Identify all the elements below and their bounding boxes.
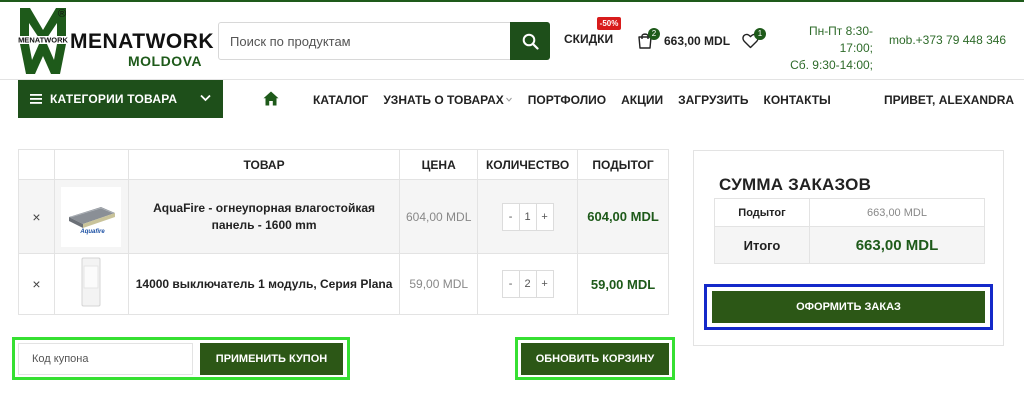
remove-column-header (18, 149, 55, 180)
site-logo[interactable]: MENATWORK ® MENATWORK MOLDOVA (18, 6, 214, 76)
nav-item-contacts[interactable]: КОНТАКТЫ (764, 93, 831, 109)
price-column-header: ЦЕНА (399, 149, 479, 180)
product-subtotal: 59,00 MDL (590, 276, 656, 292)
increase-quantity-button[interactable]: + (537, 271, 553, 297)
wishlist-count-badge: 1 (754, 28, 766, 40)
subtotal-row: Подытог 663,00 MDL (714, 198, 985, 227)
search-input[interactable] (219, 23, 509, 59)
panel-product-image (69, 206, 116, 228)
logo-country: MOLDOVA (128, 53, 203, 69)
categories-menu-button[interactable]: КАТЕГОРИИ ТОВАРА (18, 80, 223, 118)
product-brand-label: Aquafire (80, 228, 105, 235)
cart-totals-table: Подытог 663,00 MDL Итого 663,00 MDL (714, 198, 985, 264)
table-header-row: ТОВАР ЦЕНА КОЛИЧЕСТВО ПОДЫТОГ (18, 149, 669, 180)
subtotal-value: 663,00 MDL (809, 198, 985, 227)
product-thumbnail[interactable]: Aquafire (61, 186, 122, 247)
working-hours: Пн-Пт 8:30-17:00; Сб. 9:30-14:00; (776, 23, 873, 74)
product-price: 604,00 MDL (406, 209, 472, 224)
discounts-link[interactable]: СКИДКИ (564, 32, 613, 46)
quantity-stepper: - 2 + (501, 270, 554, 298)
total-label: Итого (714, 226, 810, 264)
apply-coupon-button[interactable]: ПРИМЕНИТЬ КУПОН (200, 343, 343, 375)
nav-item-download[interactable]: ЗАГРУЗИТЬ (678, 93, 748, 109)
nav-item-sales[interactable]: АКЦИИ (621, 93, 663, 109)
header-cart[interactable]: 2 663,00 MDL (637, 28, 733, 51)
search-button[interactable] (510, 22, 550, 60)
subtotal-label: Подытог (714, 198, 810, 227)
product-subtotal: 604,00 MDL (587, 209, 659, 224)
coupon-code-input[interactable] (18, 343, 193, 375)
hours-weekdays: Пн-Пт 8:30-17:00; (808, 24, 873, 55)
top-accent-line (0, 0, 1024, 2)
discount-badge: -50% (597, 17, 621, 30)
quantity-stepper: - 1 + (501, 202, 554, 231)
total-value: 663,00 MDL (809, 226, 985, 264)
update-cart-button[interactable]: ОБНОВИТЬ КОРЗИНУ (521, 343, 669, 375)
decrease-quantity-button[interactable]: - (503, 204, 519, 230)
product-price: 59,00 MDL (409, 277, 469, 291)
increase-quantity-button[interactable]: + (537, 204, 553, 230)
cart-totals-title: СУММА ЗАКАЗОВ (719, 175, 872, 194)
home-icon[interactable] (263, 91, 279, 106)
thumbnail-column-header (53, 149, 129, 180)
product-thumbnail[interactable] (61, 254, 121, 314)
menu-icon (30, 94, 42, 104)
main-navigation: КАТАЛОГ УЗНАТЬ О ТОВАРАХ ПОРТФОЛИО АКЦИИ… (313, 93, 831, 109)
user-greeting[interactable]: ПРИВЕТ, ALEXANDRA (884, 93, 1014, 107)
nav-item-portfolio[interactable]: ПОРТФОЛИО (528, 93, 606, 109)
remove-item-button[interactable]: × (32, 209, 40, 225)
hours-saturday: Сб. 9:30-14:00; (790, 58, 873, 72)
table-row: × Aquafire AquaFire - огнеупорная влагос… (18, 179, 669, 254)
total-row: Итого 663,00 MDL (714, 226, 985, 264)
product-name-link[interactable]: AquaFire - огнеупорная влагостойкая пане… (129, 200, 399, 234)
remove-item-button[interactable]: × (32, 276, 40, 292)
product-name-link[interactable]: 14000 выключатель 1 модуль, Серия Plana (129, 276, 399, 293)
search-bar (218, 22, 550, 60)
nav-item-learn-products-label: УЗНАТЬ О ТОВАРАХ (383, 93, 504, 107)
subtotal-column-header: ПОДЫТОГ (577, 149, 669, 180)
product-column-header: ТОВАР (127, 149, 401, 180)
svg-text:MENATWORK: MENATWORK (18, 36, 68, 45)
nav-item-catalog[interactable]: КАТАЛОГ (313, 93, 368, 109)
cart-count-badge: 2 (648, 28, 660, 40)
phone-number[interactable]: mob.+373 79 448 346 (889, 33, 1006, 47)
nav-item-learn-products[interactable]: УЗНАТЬ О ТОВАРАХ (383, 93, 512, 109)
registered-mark: ® (58, 8, 67, 20)
logo-name: MENATWORK (70, 30, 215, 53)
quantity-input[interactable]: 2 (518, 271, 537, 297)
categories-label: КАТЕГОРИИ ТОВАРА (50, 92, 178, 106)
checkout-button[interactable]: ОФОРМИТЬ ЗАКАЗ (712, 291, 985, 323)
cart-total: 663,00 MDL (664, 34, 731, 48)
chevron-down-icon (505, 97, 512, 102)
quantity-input[interactable]: 1 (518, 203, 537, 230)
decrease-quantity-button[interactable]: - (503, 271, 519, 297)
search-icon (522, 33, 539, 50)
wishlist-link[interactable]: 1 (742, 28, 766, 51)
quantity-column-header: КОЛИЧЕСТВО (477, 149, 579, 180)
switch-product-image (81, 257, 101, 307)
cart-table: ТОВАР ЦЕНА КОЛИЧЕСТВО ПОДЫТОГ × Aquafire… (18, 149, 669, 315)
table-row: × 14000 выключатель 1 модуль, Серия Plan… (18, 253, 669, 315)
chevron-down-icon (200, 94, 211, 102)
